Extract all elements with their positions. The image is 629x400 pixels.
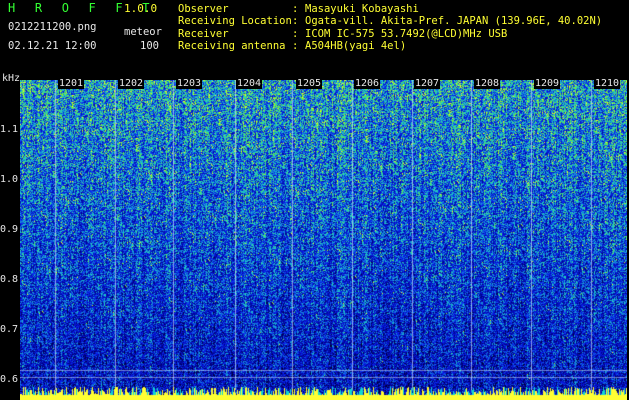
file-name: 0212211200.png [8,21,97,33]
antenna-value: A504HB(yagi 4el) [305,40,407,52]
count-value: 100 [140,40,159,52]
location-colon: : [292,15,299,27]
y-tick-label: 0.6 [0,374,19,385]
app-version: 1.0.0 [124,2,158,15]
y-tick-label: 0.7 [0,324,19,335]
location-value: Ogata-vill. Akita-Pref. JAPAN (139.96E, … [305,15,603,27]
observer-colon: : [292,3,299,15]
spectrogram-image [20,80,627,400]
x-tick-label: 1206 [354,78,381,89]
antenna-label: Receiving antenna [178,40,286,52]
observer-label: Observer [178,3,229,15]
y-tick-label: 0.8 [0,274,19,285]
x-tick-label: 1205 [296,78,323,89]
observer-value: Masayuki Kobayashi [305,3,419,15]
receiver-label: Receiver [178,28,229,40]
mode-label: meteor [124,26,162,38]
x-tick-label: 1210 [594,78,621,89]
receiver-value: ICOM IC-575 53.7492(@LCD)MHz USB [305,28,508,40]
x-tick-label: 1208 [474,78,501,89]
date-time: 02.12.21 12:00 [8,40,97,52]
x-tick-label: 1204 [236,78,263,89]
x-tick-label: 1202 [118,78,145,89]
location-label: Receiving Location [178,15,292,27]
y-axis-unit: kHz [2,73,21,84]
x-tick-label: 1207 [414,78,441,89]
y-tick-label: 0.9 [0,224,19,235]
x-tick-label: 1209 [534,78,561,89]
y-tick-label: 1.0 [0,174,19,185]
antenna-colon: : [292,40,299,52]
x-tick-label: 1203 [176,78,203,89]
x-tick-label: 1201 [58,78,85,89]
receiver-colon: : [292,28,299,40]
y-tick-label: 1.1 [0,124,19,135]
